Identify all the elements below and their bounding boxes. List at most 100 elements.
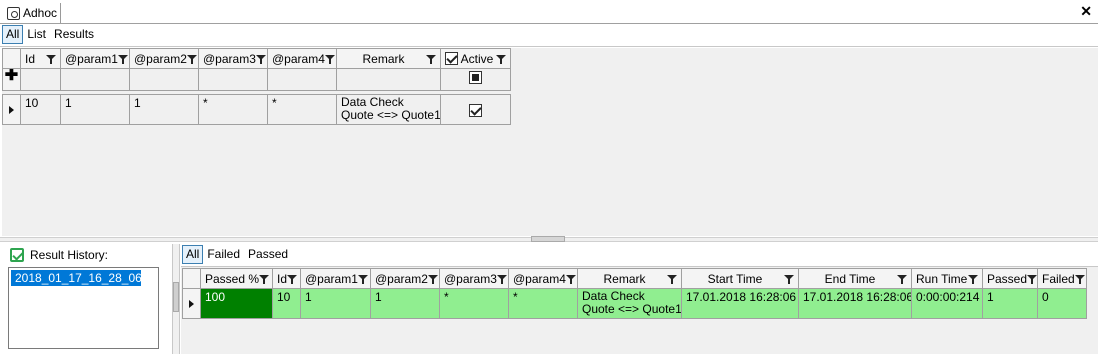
select-all-checkbox[interactable]	[445, 52, 458, 65]
row-indicator[interactable]	[2, 94, 21, 125]
tab-all[interactable]: All	[2, 25, 24, 44]
cell-active[interactable]	[440, 94, 511, 125]
col-label: @param2	[134, 51, 187, 66]
result-history-label: Result History:	[30, 248, 109, 262]
filter-icon[interactable]	[186, 54, 197, 64]
col-label: @param2	[375, 271, 428, 286]
tab-passed[interactable]: Passed	[244, 245, 292, 264]
col-label: @param4	[513, 271, 566, 286]
result-history-list[interactable]: 2018_01_17_16_28_06	[8, 267, 159, 349]
current-row-icon	[189, 299, 194, 308]
col-label: Start Time	[707, 271, 763, 286]
cell-remark[interactable]: Data Check Quote <=> Quote1	[577, 288, 682, 319]
tab-results[interactable]: Results	[50, 25, 98, 44]
new-cell[interactable]	[267, 68, 337, 91]
filter-icon[interactable]	[968, 274, 978, 284]
cell-id[interactable]: 10	[20, 94, 61, 125]
indeterminate-checkbox[interactable]	[469, 71, 482, 85]
cell-failed[interactable]: 0	[1037, 288, 1087, 319]
col-header-passed[interactable]: Passed	[982, 268, 1038, 289]
filter-icon[interactable]	[259, 274, 270, 284]
list-item[interactable]: 2018_01_17_16_28_06	[11, 270, 142, 286]
add-row-icon[interactable]: ✚	[2, 68, 21, 91]
col-header-remark[interactable]: Remark	[577, 268, 682, 289]
col-header-id[interactable]: Id	[20, 48, 61, 69]
tab-all[interactable]: All	[182, 245, 204, 264]
col-header-end-time[interactable]: End Time	[798, 268, 912, 289]
col-label: Passed %	[205, 271, 260, 286]
col-header-active[interactable]: Active	[440, 48, 511, 69]
col-header-start-time[interactable]: Start Time	[681, 268, 799, 289]
cell-param2[interactable]: 1	[370, 288, 440, 319]
col-header-remark[interactable]: Remark	[336, 48, 441, 69]
cell-param3[interactable]: *	[198, 94, 268, 125]
cell-param4[interactable]: *	[508, 288, 578, 319]
cell-remark[interactable]: Data Check Quote <=> Quote1	[336, 94, 441, 125]
filter-icon[interactable]	[565, 274, 576, 284]
cell-param2[interactable]: 1	[129, 94, 199, 125]
cell-end-time[interactable]: 17.01.2018 16:28:06	[798, 288, 912, 319]
filter-icon[interactable]	[287, 274, 298, 284]
cell-start-time[interactable]: 17.01.2018 16:28:06	[681, 288, 799, 319]
splitter-grip-icon[interactable]	[173, 282, 179, 312]
new-cell[interactable]	[20, 68, 61, 91]
filter-icon[interactable]	[324, 54, 335, 64]
cell-passed[interactable]: 1	[982, 288, 1038, 319]
col-label: @param1	[65, 51, 118, 66]
table-row[interactable]: 100 10 1 1 * * Data Check Quote <=> Quote…	[182, 288, 1087, 319]
new-active-cell[interactable]	[440, 68, 511, 91]
splitter-grip-icon[interactable]	[531, 236, 565, 242]
filter-icon[interactable]	[357, 274, 368, 284]
check-icon	[10, 248, 24, 262]
row-indicator[interactable]	[182, 288, 201, 319]
filter-icon[interactable]	[46, 54, 56, 64]
col-header-param3[interactable]: @param3	[198, 48, 268, 69]
filter-icon[interactable]	[426, 54, 436, 64]
remark-line: Quote <=> Quote1	[341, 108, 441, 122]
new-cell[interactable]	[336, 68, 441, 91]
new-cell[interactable]	[60, 68, 130, 91]
tab-list[interactable]: List	[23, 25, 50, 44]
filter-icon[interactable]	[427, 274, 438, 284]
col-header-run-time[interactable]: Run Time	[911, 268, 983, 289]
col-label: @param1	[305, 271, 358, 286]
filter-icon[interactable]	[1027, 274, 1037, 284]
col-header-param2[interactable]: @param2	[370, 268, 440, 289]
top-tab-bar: All List Results	[2, 25, 98, 44]
window-tab-adhoc[interactable]: Adhoc	[4, 3, 62, 23]
cell-param4[interactable]: *	[267, 94, 337, 125]
filter-icon[interactable]	[1074, 274, 1085, 284]
table-row[interactable]: 10 1 1 * * Data Check Quote <=> Quote1	[2, 94, 511, 125]
filter-icon[interactable]	[496, 54, 506, 64]
col-header-param2[interactable]: @param2	[129, 48, 199, 69]
active-checkbox[interactable]	[469, 103, 482, 117]
col-label: Run Time	[916, 271, 968, 286]
col-header-param1[interactable]: @param1	[60, 48, 130, 69]
filter-icon[interactable]	[255, 54, 266, 64]
tab-failed[interactable]: Failed	[203, 245, 244, 264]
new-cell[interactable]	[198, 68, 268, 91]
filter-icon[interactable]	[897, 274, 907, 284]
close-icon[interactable]: ✕	[1080, 3, 1092, 19]
col-header-failed[interactable]: Failed	[1037, 268, 1087, 289]
new-row[interactable]: ✚	[2, 68, 511, 91]
cell-param1[interactable]: 1	[60, 94, 130, 125]
col-header-param4[interactable]: @param4	[508, 268, 578, 289]
col-header-param4[interactable]: @param4	[267, 48, 337, 69]
col-header-passed-pct[interactable]: Passed %	[200, 268, 273, 289]
col-header-param1[interactable]: @param1	[300, 268, 371, 289]
cell-run-time[interactable]: 0:00:00:214	[911, 288, 983, 319]
col-label: Failed	[1042, 271, 1075, 286]
new-cell[interactable]	[129, 68, 199, 91]
cell-id[interactable]: 10	[272, 288, 301, 319]
filter-icon[interactable]	[496, 274, 507, 284]
col-header-id[interactable]: Id	[272, 268, 301, 289]
filter-icon[interactable]	[784, 274, 794, 284]
filter-icon[interactable]	[667, 274, 677, 284]
cell-param3[interactable]: *	[439, 288, 509, 319]
col-label: Id	[277, 271, 288, 286]
cell-param1[interactable]: 1	[300, 288, 371, 319]
cell-passed-pct[interactable]: 100	[200, 288, 273, 319]
col-header-param3[interactable]: @param3	[439, 268, 509, 289]
filter-icon[interactable]	[117, 54, 128, 64]
